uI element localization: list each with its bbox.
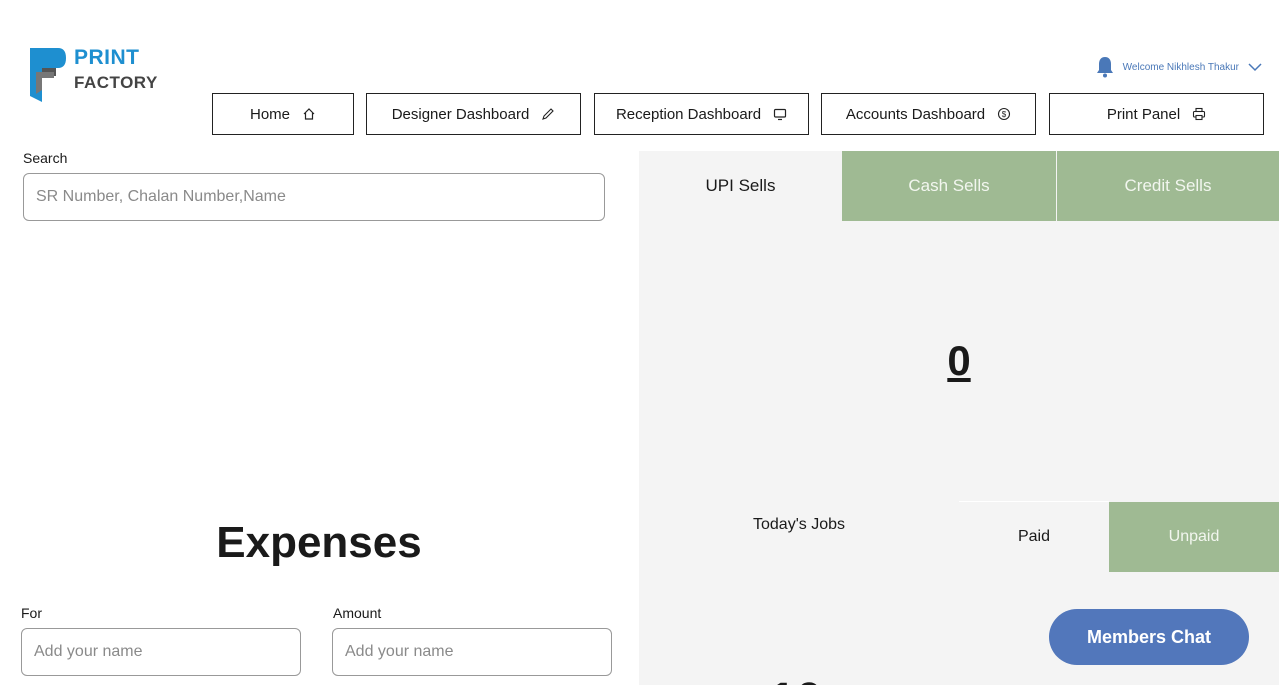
user-menu[interactable]: Welcome Nikhlesh Thakur bbox=[1095, 56, 1263, 78]
expense-amount-field[interactable] bbox=[332, 628, 612, 676]
sales-value[interactable]: 0 bbox=[639, 337, 1279, 385]
todays-jobs-label: Today's Jobs bbox=[753, 516, 845, 533]
search-input[interactable] bbox=[23, 173, 605, 221]
members-chat-button[interactable]: Members Chat bbox=[1049, 609, 1249, 665]
sales-panel: UPI Sells Cash Sells Credit Sells 0 Toda… bbox=[639, 151, 1279, 685]
print-factory-logo[interactable]: PRINT FACTORY bbox=[28, 46, 157, 104]
svg-text:$: $ bbox=[1002, 110, 1007, 119]
tab-unpaid[interactable]: Unpaid bbox=[1109, 502, 1279, 572]
tab-upi-sells[interactable]: UPI Sells bbox=[639, 151, 842, 221]
nav-reception-label: Reception Dashboard bbox=[615, 105, 762, 123]
brand-line-2: FACTORY bbox=[74, 73, 158, 92]
expense-for-field[interactable] bbox=[21, 628, 301, 676]
nav-home[interactable]: Home bbox=[212, 93, 354, 135]
welcome-text: Welcome Nikhlesh Thakur bbox=[1122, 61, 1239, 73]
nav-designer-label: Designer Dashboard bbox=[391, 105, 530, 123]
chevron-down-icon[interactable] bbox=[1247, 61, 1263, 73]
jobs-count: 10 bbox=[769, 671, 822, 685]
nav-accounts-label: Accounts Dashboard bbox=[845, 105, 986, 123]
tab-cash-sells[interactable]: Cash Sells bbox=[842, 151, 1056, 221]
nav-print-label: Print Panel bbox=[1106, 105, 1181, 123]
expenses-title: Expenses bbox=[216, 518, 422, 567]
nav-reception-dashboard[interactable]: Reception Dashboard bbox=[594, 93, 809, 135]
nav-home-label: Home bbox=[249, 105, 290, 123]
pencil-icon bbox=[542, 108, 555, 120]
expense-for-label: For bbox=[21, 605, 42, 621]
dollar-coin-icon: $ bbox=[998, 107, 1011, 121]
home-icon bbox=[303, 108, 315, 120]
nav-designer-dashboard[interactable]: Designer Dashboard bbox=[366, 93, 581, 135]
bell-icon[interactable] bbox=[1095, 56, 1115, 78]
nav-accounts-dashboard[interactable]: Accounts Dashboard $ bbox=[821, 93, 1036, 135]
tab-credit-sells[interactable]: Credit Sells bbox=[1057, 151, 1279, 221]
printer-icon bbox=[1193, 107, 1206, 121]
brand-line-1: PRINT bbox=[74, 46, 140, 69]
monitor-icon bbox=[773, 108, 787, 121]
tab-paid[interactable]: Paid bbox=[959, 501, 1109, 572]
pf-logo-icon bbox=[30, 48, 66, 102]
search-label: Search bbox=[23, 150, 68, 166]
nav-print-panel[interactable]: Print Panel bbox=[1049, 93, 1264, 135]
expense-amount-label: Amount bbox=[333, 605, 382, 621]
